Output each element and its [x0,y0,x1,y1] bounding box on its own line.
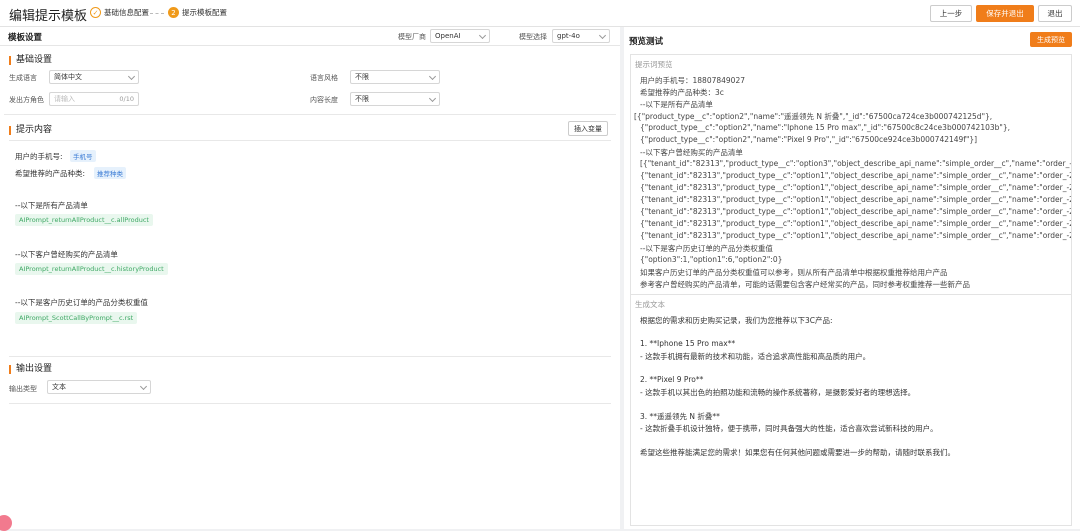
chevron-down-icon [139,382,148,391]
template-settings-panel: 模板设置 模型厂商 OpenAI 模型选择 gpt-4o 基础设置 生成语言 简… [0,27,620,529]
preview-line: 希望推荐的产品种类：3c [640,88,724,97]
preview-line: {"tenant_id":"82313","product_type__c":"… [640,231,1072,240]
prompt-phone-line: 用户的手机号: [15,152,63,161]
preview-line: {"tenant_id":"82313","product_type__c":"… [640,219,1072,228]
variable-tag-all-products[interactable]: AIPrompt_returnAllProduct__c.allProduct [15,214,153,226]
step-number: 2 [168,7,179,18]
step-basic-info[interactable]: ✓ 基础信息配置 [90,7,149,18]
lang-label: 生成语言 [9,74,37,82]
panel-title: 预览测试 [629,37,664,47]
preview-line: {"tenant_id":"82313","product_type__c":"… [640,183,1072,192]
step-template-config[interactable]: 2 提示模板配置 [168,7,227,18]
style-label: 语言风格 [310,74,338,82]
generate-preview-button[interactable]: 生成预览 [1030,32,1072,47]
preview-line: 用户的手机号：18807849027 [640,76,745,85]
chevron-down-icon [478,31,487,40]
panel-title: 模板设置 [8,33,43,43]
length-select[interactable]: 不限 [350,92,440,106]
preview-test-panel: 预览测试 生成预览 提示词预览 用户的手机号：18807849027 希望推荐的… [624,27,1080,529]
style-select[interactable]: 不限 [350,70,440,84]
variable-tag-phone[interactable]: 手机号 [70,150,96,162]
chevron-down-icon [127,72,136,81]
length-label: 内容长度 [310,96,338,104]
output-type-label: 输出类型 [9,385,37,393]
chevron-down-icon [598,31,607,40]
chevron-down-icon [428,72,437,81]
role-input[interactable]: 请输入 0/10 [49,92,139,106]
save-exit-button[interactable]: 保存并退出 [976,5,1034,22]
preview-line: {"tenant_id":"82313","product_type__c":"… [640,171,1072,180]
char-counter: 0/10 [119,95,134,103]
preview-line: {"tenant_id":"82313","product_type__c":"… [640,207,1072,216]
output-settings-title: 输出设置 [9,365,52,374]
variable-tag-history[interactable]: AIPrompt_returnAllProduct__c.historyProd… [15,263,168,275]
preview-line: {"option3":1,"option1":6,"option2":0} [640,255,783,264]
exit-button[interactable]: 退出 [1038,5,1072,22]
prompt-content-title: 提示内容 [9,126,52,135]
model-select[interactable]: gpt-4o [552,29,610,43]
insert-variable-button[interactable]: 插入变量 [568,121,608,136]
divider [4,114,616,115]
prompt-product-type-line: 希望推荐的产品种类: [15,169,86,178]
variable-tag-product-type[interactable]: 推荐种类 [94,167,126,179]
prompt-history-line: --以下客户曾经购买的产品清单 [15,250,118,259]
generated-line: - 这款折叠手机设计独特，便于携带，同时具备强大的性能，适合喜欢尝试新科技的用户… [640,424,938,433]
chevron-down-icon [428,94,437,103]
preview-label: 提示词预览 [635,60,673,69]
vendor-select[interactable]: OpenAI [430,29,490,43]
generated-label: 生成文本 [635,300,665,309]
generated-line: - 这款手机拥有最新的技术和功能，适合追求高性能和高品质的用户。 [640,352,871,361]
generated-line: 3. **遥遥领先 N 折叠** [640,412,720,421]
preview-line: --以下客户曾经购买的产品清单 [640,148,743,157]
preview-line: {"product_type__c":"option2","name":"Pix… [640,135,978,144]
prompt-all-products-line: --以下是所有产品清单 [15,201,88,210]
generated-line: 希望这些推荐能满足您的需求！如果您有任何其他问题或需要进一步的帮助，请随时联系我… [640,448,955,457]
check-icon: ✓ [90,7,101,18]
step-label: 提示模板配置 [182,8,227,17]
role-label: 发出方角色 [9,96,44,104]
top-bar: 编辑提示模板 ✓ 基础信息配置 2 提示模板配置 上一步 保存并退出 退出 [0,0,1080,27]
output-type-value: 文本 [52,383,66,391]
variable-tag-weights[interactable]: AIPrompt_ScottCallByPrompt__c.rst [15,312,138,324]
generated-text-box: 生成文本 根据您的需求和历史购买记录，我们为您推荐以下3C产品: 1. **Ip… [630,294,1072,526]
generated-line: 2. **Pixel 9 Pro** [640,375,704,384]
generated-line: - 这款手机以其出色的拍照功能和流畅的操作系统著称，是摄影爱好者的理想选择。 [640,388,916,397]
vendor-value: OpenAI [435,32,461,40]
page-title: 编辑提示模板 [9,9,88,24]
preview-line: 参考客户曾经购买的产品清单，可能的话需要包含客户经常买的产品，同时参考权重推荐一… [640,280,970,289]
preview-line: {"product_type__c":"option2","name":"Iph… [640,123,1011,132]
panel-header: 模板设置 模型厂商 OpenAI 模型选择 gpt-4o [0,27,620,46]
step-label: 基础信息配置 [104,8,149,17]
step-connector [150,13,164,14]
preview-line: {"tenant_id":"82313","product_type__c":"… [640,195,1072,204]
preview-line: --以下是所有产品清单 [640,100,713,109]
preview-line: --以下是客户历史订单的产品分类权重值 [640,244,773,253]
length-value: 不限 [355,95,369,103]
model-label: 模型选择 [519,33,547,41]
prev-button[interactable]: 上一步 [930,5,972,22]
divider [9,356,611,357]
basic-settings-title: 基础设置 [9,56,52,65]
divider [9,140,611,141]
lang-select[interactable]: 简体中文 [49,70,139,84]
generated-line: 根据您的需求和历史购买记录，我们为您推荐以下3C产品: [640,316,833,325]
model-value: gpt-4o [557,32,580,40]
lang-value: 简体中文 [54,73,82,81]
preview-line: [{"product_type__c":"option2","name":"遥遥… [634,112,993,121]
prompt-preview-box: 提示词预览 用户的手机号：18807849027 希望推荐的产品种类：3c --… [630,54,1072,314]
generated-line: 1. **Iphone 15 Pro max** [640,339,736,348]
divider [9,403,611,404]
output-type-select[interactable]: 文本 [47,380,151,394]
role-placeholder: 请输入 [54,95,75,103]
preview-line: 如果客户历史订单的产品分类权重值可以参考，则从所有产品清单中根据权重推荐给用户产… [640,268,948,277]
prompt-weights-line: --以下是客户历史订单的产品分类权重值 [15,298,148,307]
style-value: 不限 [355,73,369,81]
preview-line: [{"tenant_id":"82313","product_type__c":… [640,159,1072,168]
vendor-label: 模型厂商 [398,33,426,41]
